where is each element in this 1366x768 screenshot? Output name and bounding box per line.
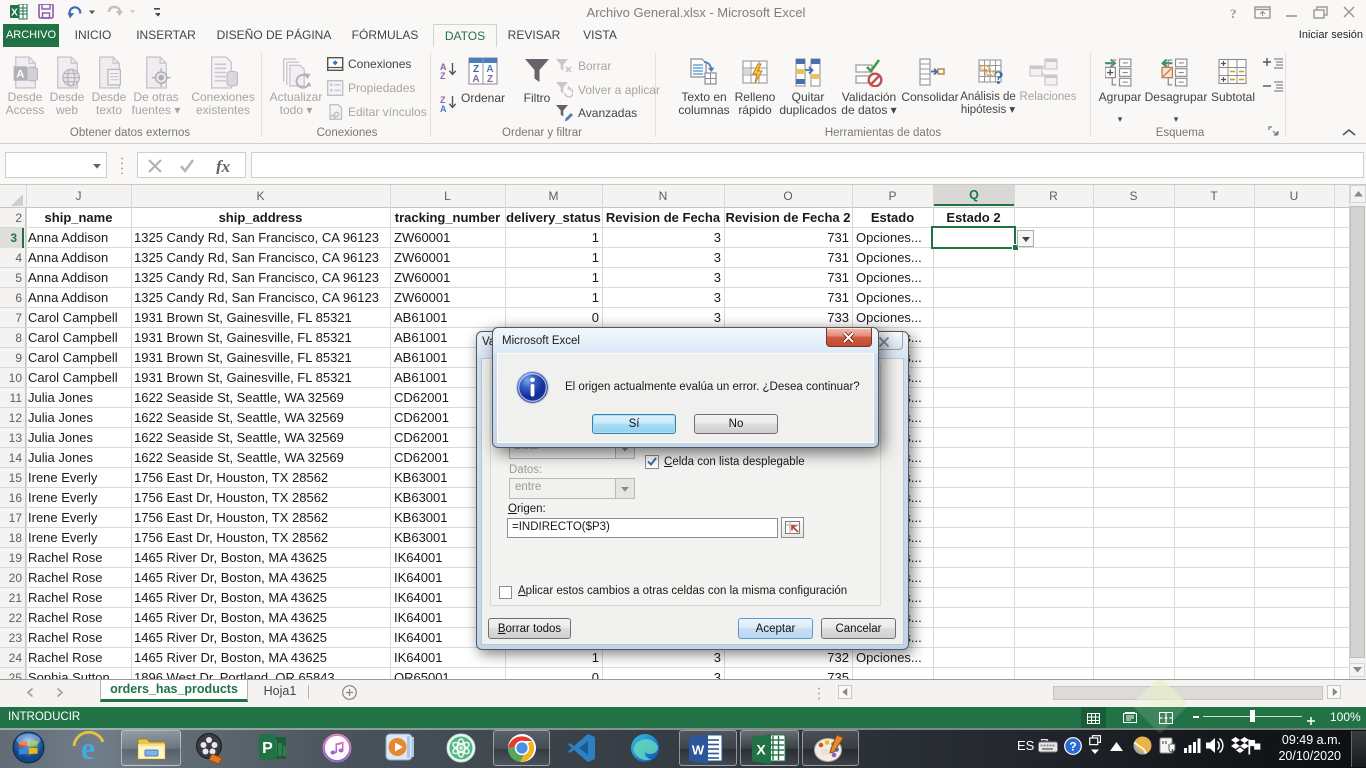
svg-text:?: ? [1069,740,1076,754]
svg-text:W: W [692,743,705,758]
svg-text:P: P [262,740,273,757]
svg-text:e: e [81,731,95,765]
svg-text:X: X [756,742,766,758]
